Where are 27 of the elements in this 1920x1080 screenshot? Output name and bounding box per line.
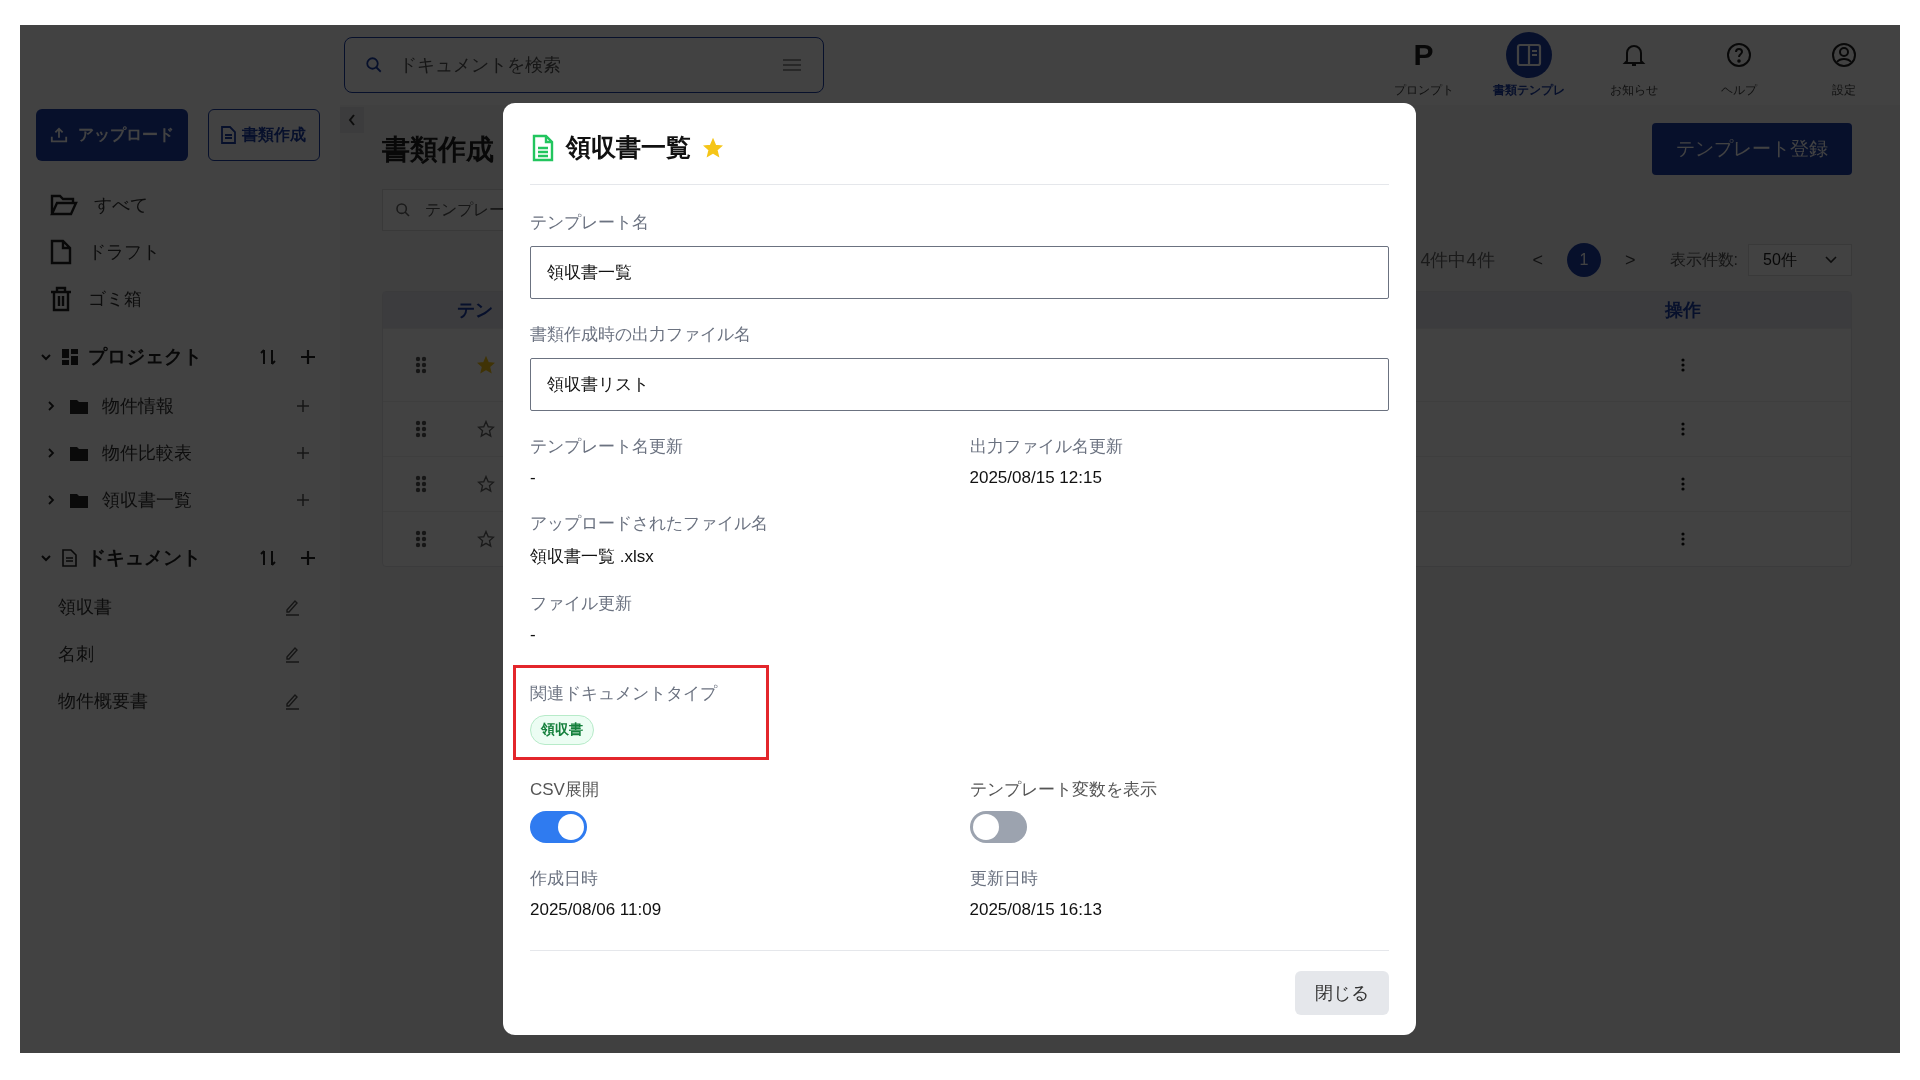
field-label: テンプレート名更新: [530, 436, 684, 458]
field-value: 2025/08/15 12:15: [969, 468, 1103, 488]
toggle-switch[interactable]: [969, 811, 1027, 843]
field-label: ファイル更新: [530, 593, 633, 615]
field-value: -: [530, 468, 537, 488]
field-label: CSV展開: [530, 779, 600, 801]
field-label: 関連ドキュメントタイプ: [530, 683, 719, 705]
field-value: 領収書一覧 .xlsx: [530, 546, 655, 568]
field-label: テンプレート変数を表示: [969, 779, 1158, 801]
field-value: 2025/08/15 16:13: [969, 900, 1103, 920]
close-button[interactable]: 閉じる: [1295, 971, 1389, 1015]
document-icon: [532, 133, 554, 162]
field-value: -: [530, 625, 537, 645]
field-label: 出力ファイル名更新: [969, 436, 1124, 458]
page-title: 書類作成: [382, 133, 494, 167]
field-value: 2025/08/06 11:09: [530, 900, 663, 920]
field-label: 書類作成時の出力ファイル名: [530, 324, 752, 346]
field-label: 更新日時: [969, 868, 1039, 890]
field-label: アップロードされたファイル名: [530, 513, 769, 535]
toggle-switch[interactable]: [530, 811, 587, 843]
field-label: 作成日時: [530, 868, 599, 890]
prompt-icon: P: [1413, 39, 1434, 70]
input-field[interactable]: 領収書一覧: [530, 246, 1389, 299]
dialog-title: 領収書一覧: [566, 132, 691, 163]
input-field[interactable]: 領収書リスト: [530, 358, 1389, 411]
tag: 領収書: [530, 715, 594, 745]
field-label: テンプレート名: [530, 212, 650, 234]
